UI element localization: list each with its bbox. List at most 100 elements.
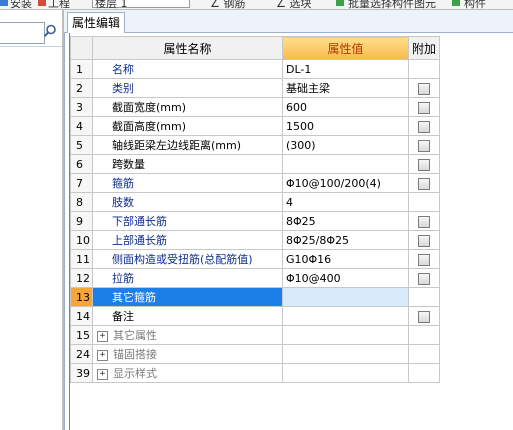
grid-row[interactable]: 6 跨数量 [70,154,440,174]
row-number[interactable]: 4 [70,116,93,136]
grid-row[interactable]: 8 肢数 4 [70,192,440,212]
header-property-value[interactable]: 属性值 [282,36,409,60]
grid-group-row[interactable]: 15 + 其它属性 [70,325,440,345]
property-name[interactable]: 上部通长筋 [92,230,283,250]
floor-selector[interactable]: 楼层 1 [92,0,190,9]
toolbar-item[interactable]: 安装 [10,0,32,9]
row-number[interactable]: 2 [70,78,93,98]
grid-group-row[interactable]: 39 + 显示样式 [70,363,440,383]
property-value[interactable]: G10Φ16 [282,249,409,269]
row-number[interactable]: 39 [70,363,93,383]
row-number[interactable]: 1 [70,59,93,79]
row-number[interactable]: 7 [70,173,93,193]
row-number[interactable]: 10 [70,230,93,250]
grid-row[interactable]: 10 上部通长筋 8Φ25/8Φ25 [70,230,440,250]
property-value[interactable]: 8Φ25/8Φ25 [282,230,409,250]
toolbar-icon[interactable] [38,0,46,6]
extra-checkbox[interactable] [418,139,430,152]
grid-group-row[interactable]: 24 + 锚固搭接 [70,344,440,364]
property-value[interactable] [282,287,409,307]
expand-icon[interactable]: + [97,330,108,342]
property-name[interactable]: 下部通长筋 [92,211,283,231]
property-value[interactable]: Φ10@400 [282,268,409,288]
group-name: 锚固搭接 [113,348,157,361]
row-number[interactable]: 12 [70,268,93,288]
extra-checkbox[interactable] [418,158,430,171]
property-name[interactable]: 截面高度(mm) [92,116,283,136]
search-input[interactable] [0,22,45,44]
row-number[interactable]: 3 [70,97,93,117]
property-value[interactable]: 4 [282,192,409,212]
row-number[interactable]: 14 [70,306,93,326]
row-number[interactable]: 24 [70,344,93,364]
grid-row[interactable]: 12 拉筋 Φ10@400 [70,268,440,288]
extra-checkbox[interactable] [418,101,430,114]
toolbar-item[interactable]: ∠ 选块 [276,0,311,9]
toolbar-icon[interactable] [0,0,8,6]
toolbar-item[interactable]: 工程 [48,0,70,9]
grid-row[interactable]: 7 箍筋 Φ10@100/200(4) [70,173,440,193]
expand-icon[interactable]: + [97,349,108,361]
extra-checkbox[interactable] [418,272,430,285]
property-value[interactable]: 1500 [282,116,409,136]
property-value[interactable]: 600 [282,97,409,117]
row-number[interactable]: 8 [70,192,93,212]
extra-checkbox[interactable] [418,234,430,247]
tab-property-edit[interactable]: 属性编辑 [67,12,126,33]
extra-checkbox[interactable] [418,310,430,323]
group-name-cell[interactable]: + 锚固搭接 [92,344,283,364]
extra-checkbox[interactable] [418,82,430,95]
search-icon [43,24,56,37]
property-name[interactable]: 箍筋 [92,173,283,193]
extra-checkbox[interactable] [418,253,430,266]
property-value[interactable]: DL-1 [282,59,409,79]
property-name[interactable]: 轴线距梁左边线距离(mm) [92,135,283,155]
group-name-cell[interactable]: + 显示样式 [92,363,283,383]
grid-row[interactable]: 9 下部通长筋 8Φ25 [70,211,440,231]
extra-checkbox[interactable] [418,215,430,228]
group-name-cell[interactable]: + 其它属性 [92,325,283,345]
toolbar-item[interactable]: ∠ 钢筋 [210,0,245,9]
row-number[interactable]: 9 [70,211,93,231]
search-button[interactable] [40,21,60,41]
row-number[interactable]: 13 [70,287,93,307]
property-value[interactable] [282,306,409,326]
property-name[interactable]: 名称 [92,59,283,79]
grid-row[interactable]: 4 截面高度(mm) 1500 [70,116,440,136]
row-number[interactable]: 15 [70,325,93,345]
property-name[interactable]: 类别 [92,78,283,98]
row-number[interactable]: 5 [70,135,93,155]
property-name[interactable]: 备注 [92,306,283,326]
toolbar-item[interactable]: 批量选择构件图元 [348,0,436,9]
row-number[interactable]: 6 [70,154,93,174]
property-name[interactable]: 肢数 [92,192,283,212]
extra-cell [408,363,440,383]
toolbar-icon[interactable] [452,0,460,6]
grid-row[interactable]: 5 轴线距梁左边线距离(mm) (300) [70,135,440,155]
extra-checkbox[interactable] [418,120,430,133]
property-value[interactable]: 基础主梁 [282,78,409,98]
property-name[interactable]: 截面宽度(mm) [92,97,283,117]
grid-row[interactable]: 13 其它箍筋 [70,287,440,307]
property-name[interactable]: 侧面构造或受扭筋(总配筋值) [92,249,283,269]
property-value [282,325,409,345]
grid-row[interactable]: 2 类别 基础主梁 [70,78,440,98]
grid-row[interactable]: 11 侧面构造或受扭筋(总配筋值) G10Φ16 [70,249,440,269]
property-value[interactable]: Φ10@100/200(4) [282,173,409,193]
header-property-name[interactable]: 属性名称 [92,36,283,60]
property-name[interactable]: 拉筋 [92,268,283,288]
grid-row[interactable]: 3 截面宽度(mm) 600 [70,97,440,117]
extra-checkbox[interactable] [418,177,430,190]
header-extra[interactable]: 附加 [408,36,440,60]
property-value[interactable] [282,154,409,174]
toolbar-item[interactable]: 构件 [464,0,486,9]
property-name[interactable]: 其它箍筋 [92,287,283,307]
grid-row[interactable]: 1 名称 DL-1 [70,59,440,79]
grid-row[interactable]: 14 备注 [70,306,440,326]
toolbar-icon[interactable] [336,0,344,6]
property-name[interactable]: 跨数量 [92,154,283,174]
property-value[interactable]: (300) [282,135,409,155]
property-value[interactable]: 8Φ25 [282,211,409,231]
row-number[interactable]: 11 [70,249,93,269]
expand-icon[interactable]: + [97,368,108,380]
